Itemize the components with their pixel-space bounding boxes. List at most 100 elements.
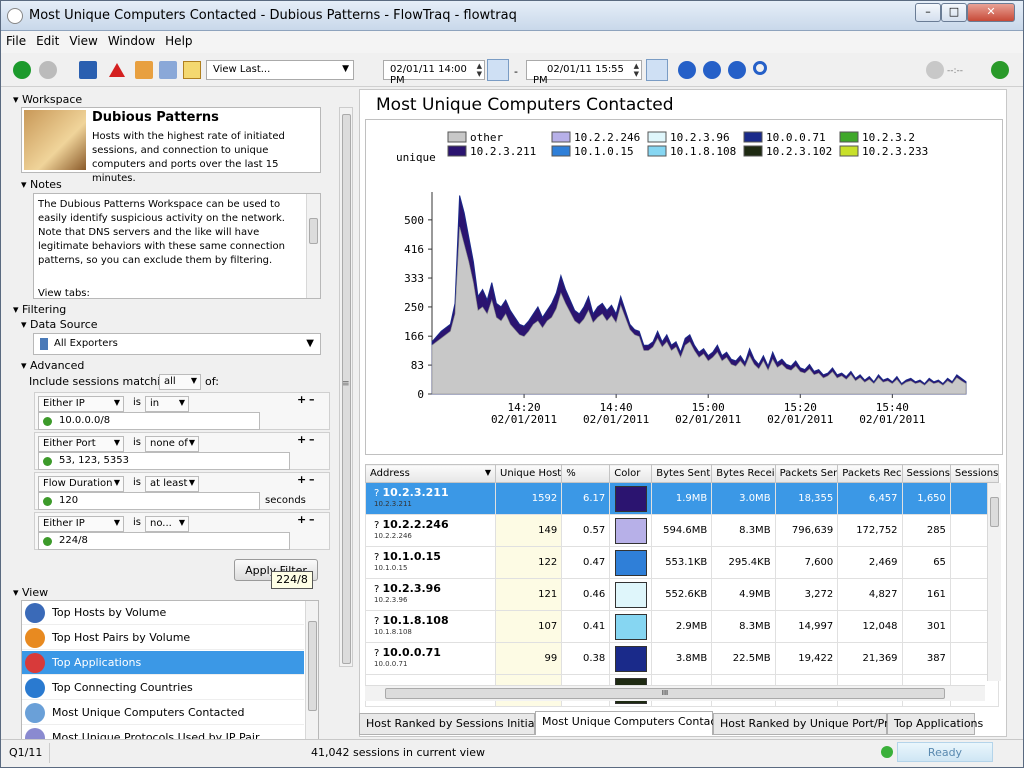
help-icon[interactable]: ? (374, 520, 383, 531)
fast-forward-icon[interactable] (728, 61, 746, 79)
save-icon[interactable] (79, 61, 97, 79)
tab-host-ranked-port-proto[interactable]: Host Ranked by Unique Port/Proto (713, 713, 906, 735)
help-icon[interactable]: ? (374, 488, 383, 499)
tab-most-unique-computers[interactable]: Most Unique Computers Contacted (535, 711, 735, 735)
view-item-top-host-pairs[interactable]: Top Host Pairs by Volume (22, 626, 304, 650)
splitter-grip-icon[interactable]: ≡ (342, 379, 350, 389)
condition-field-select[interactable]: Either IP ▼ (38, 516, 124, 532)
notes-scrollbar[interactable] (306, 194, 320, 298)
help-icon[interactable]: ? (374, 648, 383, 659)
remove-condition-button[interactable]: – (309, 393, 315, 406)
report-icon[interactable] (159, 61, 177, 79)
add-condition-button[interactable]: + (297, 393, 306, 406)
calendar-icon[interactable] (183, 61, 201, 79)
data-source-header[interactable]: ▾ Data Source (21, 318, 98, 331)
col-sessions[interactable]: Sessions (901, 464, 951, 483)
scroll-thumb[interactable] (308, 621, 317, 711)
view-item-unique-protocols[interactable]: Most Unique Protocols Used by IP Pair (22, 726, 304, 739)
condition-value-input[interactable]: 10.0.0.0/8 (38, 412, 260, 430)
col-address[interactable]: Address ▼ (365, 464, 496, 483)
start-calendar-icon[interactable] (487, 59, 509, 81)
menu-file[interactable]: File (1, 31, 31, 51)
color-swatch[interactable] (614, 645, 647, 672)
view-header[interactable]: ▾ View (13, 586, 48, 599)
add-condition-button[interactable]: + (297, 473, 306, 486)
col-bytes-sent[interactable]: Bytes Sent (651, 464, 713, 483)
notes-header[interactable]: ▾ Notes (21, 178, 62, 191)
sort-desc-icon[interactable]: ▼ (485, 468, 495, 477)
refresh-icon[interactable] (991, 61, 1009, 79)
color-swatch[interactable] (614, 549, 647, 576)
tab-top-applications[interactable]: Top Applications (887, 713, 983, 735)
maximize-button[interactable]: □ (941, 3, 967, 22)
color-swatch[interactable] (614, 517, 647, 544)
scroll-thumb[interactable] (990, 497, 999, 527)
start-time-input[interactable]: 02/01/11 14:00 PM ▲ ▼ (383, 60, 485, 86)
rewind-icon[interactable] (678, 61, 696, 79)
minimize-button[interactable]: – (915, 3, 941, 22)
back-icon[interactable] (13, 61, 31, 79)
col-percent[interactable]: % (561, 464, 611, 483)
table-row[interactable]: ? 10.2.2.246 10.2.2.246 149 0.57 594.6MB 8.3M… (365, 514, 1000, 547)
help-icon[interactable]: ? (374, 552, 383, 563)
col-sessions-2[interactable]: Sessions (949, 464, 1000, 483)
notes-box[interactable]: The Dubious Patterns Workspace can be us… (33, 193, 321, 299)
end-calendar-icon[interactable] (646, 59, 668, 81)
hscroll-thumb[interactable]: III (385, 688, 945, 699)
condition-value-input[interactable]: 224/8 (38, 532, 290, 550)
view-item-unique-computers[interactable]: Most Unique Computers Contacted (22, 701, 304, 725)
forward-icon[interactable] (39, 61, 57, 79)
spinner-icon[interactable]: ▲ ▼ (634, 62, 639, 78)
condition-value-input[interactable]: 120 (38, 492, 260, 510)
play-icon[interactable] (703, 61, 721, 79)
scroll-thumb[interactable] (342, 114, 351, 664)
condition-field-select[interactable]: Either IP ▼ (38, 396, 124, 412)
menu-help[interactable]: Help (160, 31, 197, 51)
help-icon[interactable]: ? (374, 616, 383, 627)
remove-condition-button[interactable]: – (309, 433, 315, 446)
view-scrollbar[interactable] (305, 601, 318, 739)
condition-field-select[interactable]: Flow Duration ▼ (38, 476, 124, 492)
table-row[interactable]: ? 10.2.3.211 10.2.3.211 1592 6.17 1.9MB 3.0MB… (365, 482, 1000, 515)
condition-op-select[interactable]: in ▼ (145, 396, 189, 412)
remove-condition-button[interactable]: – (309, 513, 315, 526)
color-swatch[interactable] (614, 581, 647, 608)
help-icon[interactable]: ? (374, 584, 383, 595)
col-unique-host[interactable]: Unique Host (494, 464, 563, 483)
col-packets-sent[interactable]: Packets Ser (774, 464, 839, 483)
menu-window[interactable]: Window (103, 31, 160, 51)
condition-op-select[interactable]: no... ▼ (145, 516, 189, 532)
condition-op-select[interactable]: none of ▼ (145, 436, 199, 452)
view-item-top-countries[interactable]: Top Connecting Countries (22, 676, 304, 700)
table-scrollbar[interactable] (987, 483, 1001, 681)
table-row[interactable]: ? 10.2.3.96 10.2.3.96 121 0.46 552.6KB 4.9MB 3… (365, 578, 1000, 611)
add-workspace-icon[interactable] (135, 61, 153, 79)
tab-host-ranked-sessions[interactable]: Host Ranked by Sessions Initiated (359, 713, 553, 735)
filtering-header[interactable]: ▾ Filtering (13, 303, 66, 316)
table-row[interactable]: ? 10.1.0.15 10.1.0.15 122 0.47 553.1KB 295.4K… (365, 546, 1000, 579)
view-item-top-applications[interactable]: Top Applications (22, 651, 304, 675)
view-last-dropdown[interactable]: View Last... ▼ (206, 60, 354, 80)
color-swatch[interactable] (614, 613, 647, 640)
search-icon[interactable] (753, 61, 767, 75)
menu-edit[interactable]: Edit (31, 31, 64, 51)
menu-view[interactable]: View (64, 31, 102, 51)
alert-icon[interactable] (109, 63, 125, 77)
col-color[interactable]: Color (609, 464, 653, 483)
table-row[interactable]: ? 10.1.8.108 10.1.8.108 107 0.41 2.9MB 8.3MB 1… (365, 610, 1000, 643)
remove-condition-button[interactable]: – (309, 473, 315, 486)
match-mode-select[interactable]: all ▼ (159, 374, 201, 390)
condition-field-select[interactable]: Either Port ▼ (38, 436, 124, 452)
condition-value-input[interactable]: 53, 123, 5353 (38, 452, 290, 470)
table-row[interactable]: ? 10.0.0.71 10.0.0.71 99 0.38 3.8MB 22.5MB 19,… (365, 642, 1000, 675)
condition-op-select[interactable]: at least ▼ (145, 476, 199, 492)
close-button[interactable]: ✕ (967, 3, 1015, 22)
view-item-top-hosts[interactable]: Top Hosts by Volume (22, 601, 304, 625)
table-hscrollbar[interactable]: III (365, 685, 985, 701)
add-condition-button[interactable]: + (297, 513, 306, 526)
spinner-icon[interactable]: ▲ ▼ (477, 62, 482, 78)
end-time-input[interactable]: 02/01/11 15:55 PM ▲ ▼ (526, 60, 642, 86)
scroll-thumb[interactable] (309, 218, 318, 244)
col-packets-received[interactable]: Packets Rec (837, 464, 903, 483)
data-source-select[interactable]: All Exporters ▼ (33, 333, 321, 355)
